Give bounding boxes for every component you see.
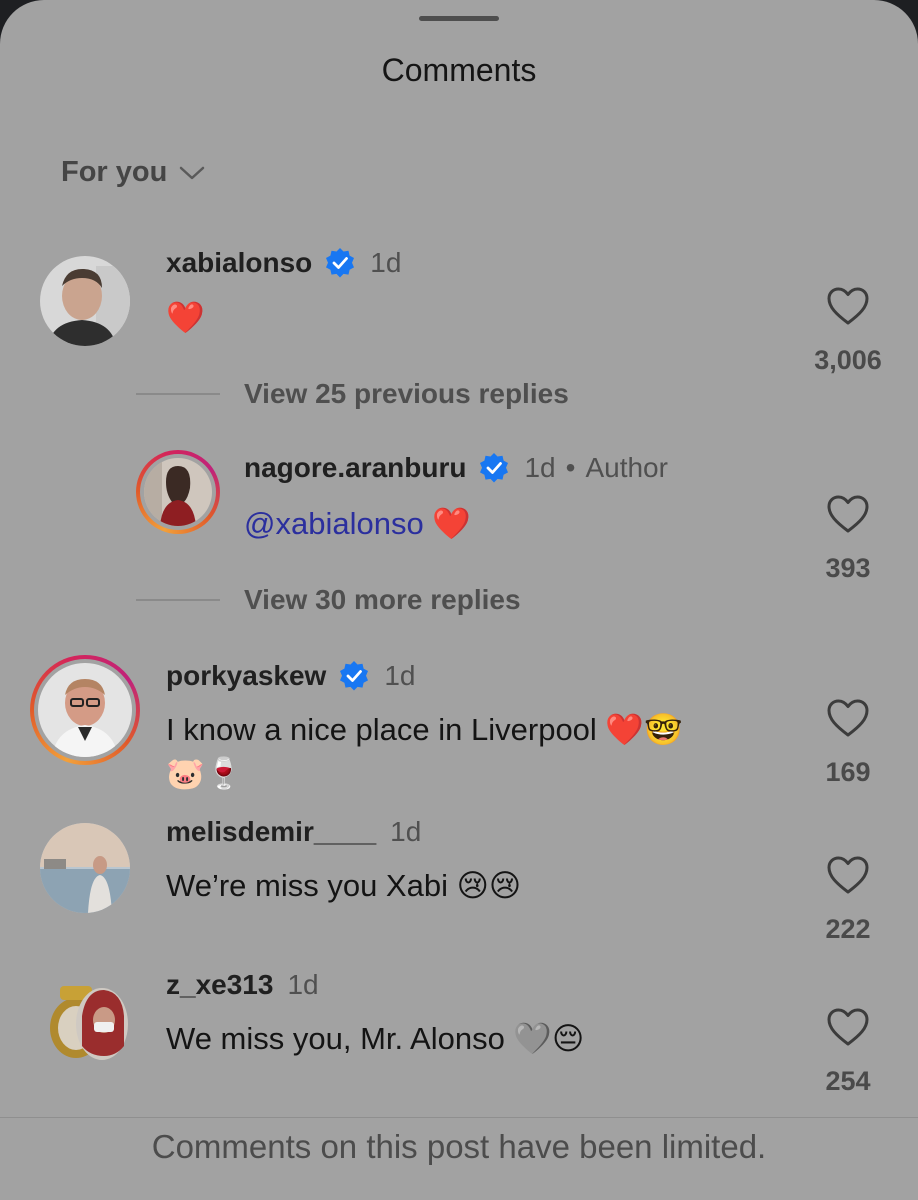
filter-label: For you <box>61 156 168 188</box>
comment-text-line: I know a nice place in Liverpool ❤️🤓 <box>166 712 683 747</box>
author-badge: Author <box>585 452 668 483</box>
drag-handle[interactable] <box>419 16 499 21</box>
comment-text: We miss you, Mr. Alonso 🩶😔 <box>166 1021 585 1056</box>
comment-time: 1d <box>287 969 319 1000</box>
comment-username[interactable]: porkyaskew 1d <box>166 660 415 692</box>
view-previous-replies-link[interactable]: View 25 previous replies <box>136 378 569 410</box>
comment-time: 1d <box>390 816 422 847</box>
footer-divider <box>0 1117 918 1118</box>
avatar[interactable] <box>30 655 140 765</box>
filter-dropdown[interactable]: For you <box>61 156 205 189</box>
chevron-down-icon <box>180 166 205 179</box>
comment-time: 1d <box>384 660 416 691</box>
like-count: 3,006 <box>814 345 882 375</box>
like-button[interactable]: 222 <box>803 855 893 945</box>
sheet-title: Comments <box>381 52 537 88</box>
mention-link[interactable]: @xabialonso <box>244 506 424 541</box>
comment-text: We’re miss you Xabi 😢😢 <box>166 868 522 903</box>
verified-badge-icon <box>340 661 369 691</box>
comment-username[interactable]: xabialonso 1d <box>166 247 401 279</box>
heart-outline-icon <box>827 856 869 894</box>
comment-time: 1d <box>370 247 402 278</box>
like-count: 222 <box>825 914 871 944</box>
avatar-photo <box>144 458 212 526</box>
like-button[interactable]: 254 <box>803 1007 893 1097</box>
like-count: 254 <box>825 1066 871 1096</box>
heart-outline-icon <box>827 287 869 325</box>
reply-thread-line <box>136 393 220 395</box>
comment-username[interactable]: z_xe313 1d <box>166 969 319 1001</box>
comment-emoji: ❤️ <box>432 506 471 541</box>
comments-limited-notice: Comments on this post have been limited. <box>151 1128 767 1165</box>
separator-dot: • <box>565 452 576 483</box>
like-count: 393 <box>825 553 871 583</box>
comment-text: ❤️ <box>166 300 205 335</box>
comments-sheet: Comments For you xabialonso 1d ❤️ 3,006 <box>0 0 918 1200</box>
heart-outline-icon <box>827 495 869 533</box>
heart-outline-icon <box>827 1008 869 1046</box>
like-button[interactable]: 393 <box>803 494 893 584</box>
avatar[interactable] <box>46 976 130 1066</box>
comment-username[interactable]: nagore.aranburu 1d • Author <box>244 452 668 484</box>
view-previous-replies-label: View 25 previous replies <box>244 378 569 409</box>
comment-time: 1d <box>524 452 556 483</box>
comment-text: I know a nice place in Liverpool ❤️🤓 🐷🍷 <box>166 708 683 796</box>
comment-text-line: 🐷🍷 <box>166 756 244 791</box>
avatar[interactable] <box>40 256 130 346</box>
reply-thread-line <box>136 599 220 601</box>
heart-outline-icon <box>827 699 869 737</box>
like-button[interactable]: 169 <box>803 698 893 788</box>
comment-username[interactable]: melisdemir____ 1d <box>166 816 421 848</box>
avatar[interactable] <box>136 450 220 534</box>
like-button[interactable]: 3,006 <box>803 286 893 376</box>
avatar-photo <box>38 663 132 757</box>
avatar[interactable] <box>40 823 130 913</box>
comment-text: @xabialonso ❤️ <box>244 502 471 546</box>
verified-badge-icon <box>326 248 355 278</box>
view-more-replies-label: View 30 more replies <box>244 584 521 615</box>
avatar-inner <box>140 454 216 530</box>
avatar-inner <box>34 659 136 761</box>
verified-badge-icon <box>480 453 509 483</box>
view-more-replies-link[interactable]: View 30 more replies <box>136 584 521 616</box>
like-count: 169 <box>825 757 871 787</box>
